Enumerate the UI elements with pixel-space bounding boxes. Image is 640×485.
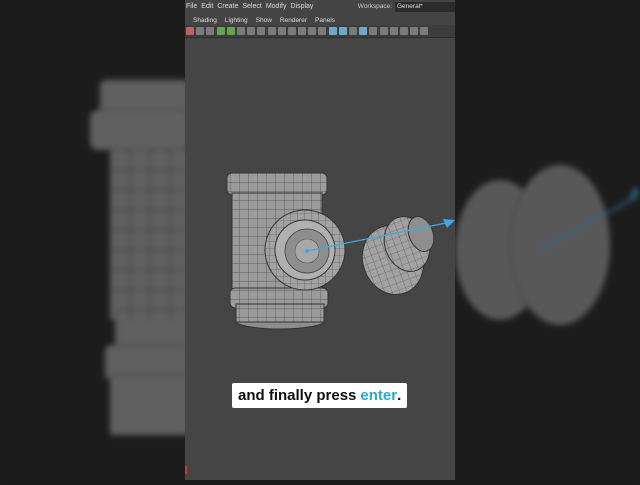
panel-menu-lighting[interactable]: Lighting <box>225 17 248 24</box>
menu-select[interactable]: Select <box>242 3 265 10</box>
film-gate-icon[interactable] <box>287 27 296 35</box>
motion-blur-icon[interactable] <box>410 27 419 35</box>
panel-menubar: Shading Lighting Show Renderer Panels <box>185 15 455 25</box>
lights-icon[interactable] <box>379 27 388 35</box>
menu-modify[interactable]: Modify <box>266 3 291 10</box>
3d-viewport[interactable] <box>185 38 455 480</box>
grid-icon[interactable] <box>247 27 256 35</box>
menu-file[interactable]: File <box>185 3 201 10</box>
viewport-scene <box>226 172 455 330</box>
move-icon[interactable] <box>216 27 225 35</box>
wireframe-on-shaded-icon[interactable] <box>349 27 357 35</box>
workspace-selector: Workspace: General* <box>358 1 455 12</box>
menu-edit[interactable]: Edit <box>201 3 217 10</box>
field-chart-icon[interactable] <box>318 27 327 35</box>
rotate-icon[interactable] <box>226 27 235 35</box>
ambient-occlusion-icon[interactable] <box>399 27 408 35</box>
safe-action-icon[interactable] <box>308 27 317 35</box>
camera-icon[interactable] <box>267 27 276 35</box>
panel-menu-show[interactable]: Show <box>256 17 272 24</box>
main-menubar: File Edit Create Select Modify Display W… <box>185 0 455 13</box>
paint-select-icon[interactable] <box>206 27 215 35</box>
select-tool-icon[interactable] <box>186 27 194 35</box>
anti-alias-icon[interactable] <box>420 27 429 35</box>
caption-punct: . <box>397 387 402 404</box>
tee-fitting-mesh[interactable] <box>226 172 346 330</box>
smooth-shade-icon[interactable] <box>359 27 368 35</box>
workspace-label: Workspace: <box>357 3 392 10</box>
panel-menu-panels[interactable]: Panels <box>315 17 335 24</box>
isolate-icon[interactable] <box>328 27 337 35</box>
panel-menu-shading[interactable]: Shading <box>193 17 217 24</box>
caption-highlight: enter <box>360 387 398 404</box>
connector-fitting-mesh[interactable] <box>353 210 439 303</box>
menu-display[interactable]: Display <box>290 3 317 10</box>
menu-create[interactable]: Create <box>217 3 242 10</box>
resolution-gate-icon[interactable] <box>298 27 307 35</box>
lasso-icon[interactable] <box>196 27 205 35</box>
textured-icon[interactable] <box>369 27 378 35</box>
maya-window: File Edit Create Select Modify Display W… <box>185 0 455 480</box>
subtitle-caption: and finally press enter. <box>232 383 408 408</box>
caption-text: and finally press <box>238 387 357 404</box>
wireframe-icon[interactable] <box>257 27 266 35</box>
xray-icon[interactable] <box>338 27 347 35</box>
panel-toolbar <box>185 25 455 38</box>
workspace-dropdown[interactable]: General* <box>395 1 455 12</box>
shadows-icon[interactable] <box>389 27 398 35</box>
timeline-marker <box>185 466 187 474</box>
panel-menu-renderer[interactable]: Renderer <box>280 17 307 24</box>
frame-icon[interactable] <box>277 27 286 35</box>
scale-icon[interactable] <box>236 27 245 35</box>
